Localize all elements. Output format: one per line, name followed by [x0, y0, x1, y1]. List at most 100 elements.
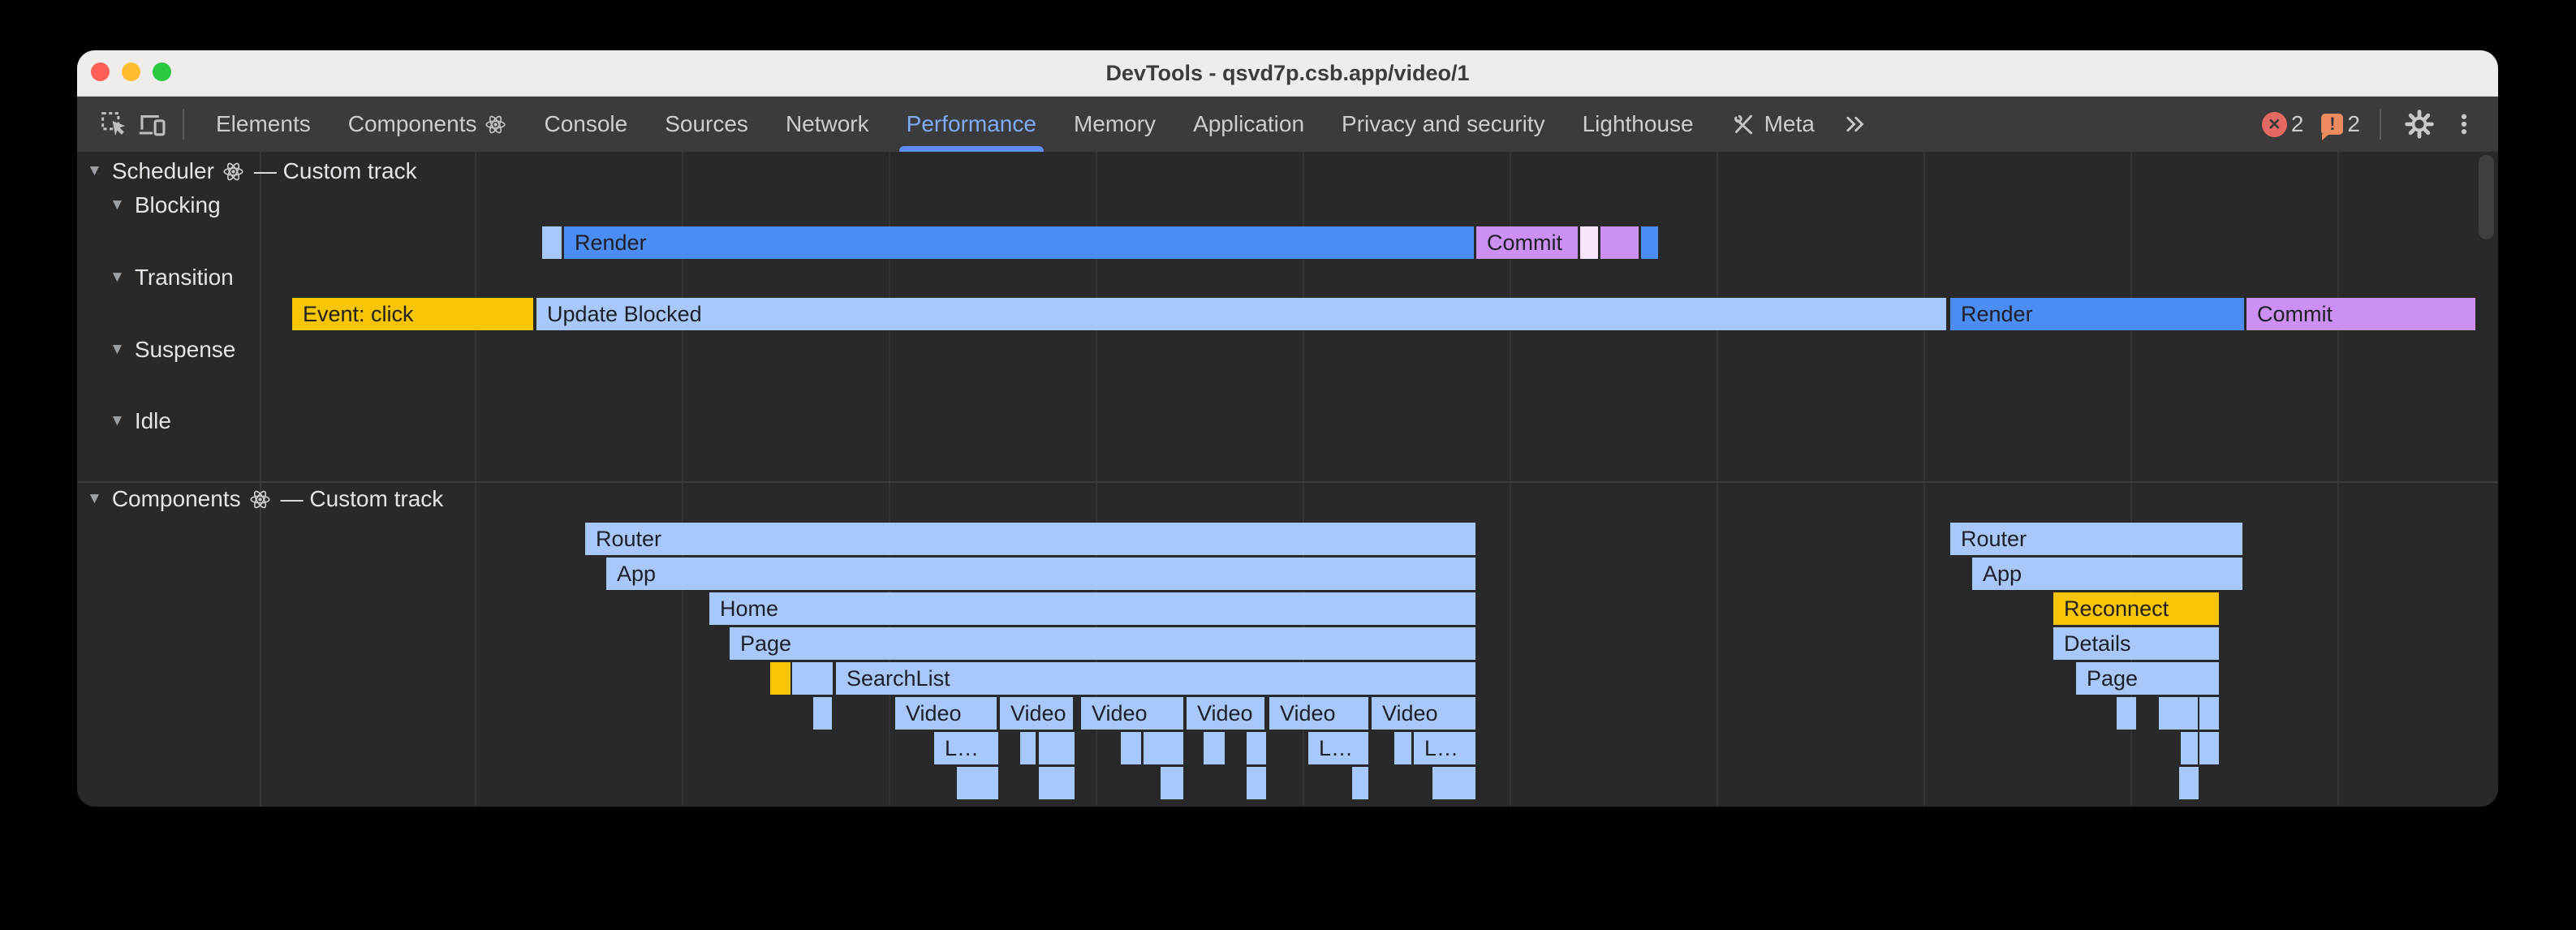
warning-badge[interactable]: ! 2 [2315, 111, 2360, 137]
devtools-window: DevTools - qsvd7p.csb.app/video/1 Elemen… [77, 50, 2498, 807]
tab-privacy-and-security[interactable]: Privacy and security [1323, 97, 1564, 152]
flame-bar-segment[interactable] [957, 767, 998, 799]
flame-bar-segment[interactable] [770, 662, 790, 695]
flame-bar-segment[interactable] [813, 697, 832, 730]
flame-bar-segment[interactable] [2159, 697, 2198, 730]
flame-bar-segment[interactable] [2199, 732, 2219, 764]
flame-bar-segment[interactable] [792, 662, 833, 695]
flame-bar-page[interactable]: Page [2076, 662, 2219, 695]
tab-label: Console [544, 111, 627, 137]
track-label-blocking[interactable]: ▼Blocking [110, 191, 221, 220]
inspect-element-icon[interactable] [95, 103, 132, 145]
flame-bar-segment[interactable] [1580, 226, 1598, 259]
flame-bar-segment[interactable] [1247, 732, 1266, 764]
track-label-scheduler[interactable]: ▼Scheduler— Custom track [87, 157, 417, 186]
device-toolbar-icon[interactable] [132, 103, 170, 145]
react-atom-icon [249, 489, 271, 510]
track-label-text: Blocking [135, 192, 221, 218]
track-label-text: Idle [135, 408, 171, 434]
track-label-idle[interactable]: ▼Idle [110, 407, 171, 436]
flame-bar-home[interactable]: Home [709, 592, 1475, 625]
window-title: DevTools - qsvd7p.csb.app/video/1 [77, 50, 2498, 96]
flame-bar-segment[interactable] [1394, 732, 1411, 764]
flame-bar-segment[interactable] [542, 226, 562, 259]
flame-bar-details[interactable]: Details [2053, 627, 2219, 660]
performance-flame-chart[interactable]: ▼Scheduler— Custom track ▼Blocking ▼ Transi… [77, 152, 2498, 807]
tab-lighthouse[interactable]: Lighthouse [1564, 97, 1712, 152]
flame-bar-update-blocked[interactable]: Update Blocked [536, 298, 1946, 330]
flame-bar-commit[interactable]: Commit [2246, 298, 2475, 330]
flame-bar-segment[interactable] [2181, 732, 2198, 764]
tab-elements[interactable]: Elements [197, 97, 330, 152]
toolbar-divider [2380, 109, 2381, 140]
flame-bar-segment[interactable] [2117, 697, 2136, 730]
tab-meta[interactable]: Meta [1712, 97, 1833, 152]
flame-bar-app[interactable]: App [606, 558, 1475, 590]
track-label-suspense[interactable]: ▼Suspense [110, 335, 235, 364]
flame-bar-video[interactable]: Video [1269, 697, 1368, 730]
more-tabs-button[interactable] [1837, 103, 1874, 145]
flame-bar-reconnect[interactable]: Reconnect [2053, 592, 2219, 625]
flame-bar-segment[interactable] [2179, 767, 2199, 799]
timeline-gridline [1717, 152, 1718, 807]
flame-bar-page[interactable]: Page [730, 627, 1475, 660]
flame-bar-segment[interactable] [1641, 226, 1658, 259]
tab-components[interactable]: Components [330, 97, 526, 152]
flame-bar-segment[interactable] [1600, 226, 1639, 259]
three-dot-menu-icon[interactable] [2449, 103, 2479, 145]
flame-bar-segment[interactable] [1020, 732, 1036, 764]
flame-bar-event-click[interactable]: Event: click [292, 298, 533, 330]
tab-performance[interactable]: Performance [888, 97, 1055, 152]
track-label-text: Transition [135, 265, 234, 291]
tab-application[interactable]: Application [1174, 97, 1323, 152]
tab-label: Performance [907, 111, 1036, 137]
tab-sources[interactable]: Sources [646, 97, 767, 152]
flame-bar-segment[interactable] [1247, 767, 1266, 799]
flame-bar-segment[interactable] [1039, 767, 1075, 799]
flame-bar-video[interactable]: Video [1187, 697, 1264, 730]
error-badge[interactable]: × 2 [2262, 111, 2304, 137]
track-label-transition[interactable]: ▼ Transition [110, 263, 234, 292]
gear-icon[interactable] [2401, 103, 2438, 145]
flame-bar-segment[interactable] [2199, 697, 2219, 730]
flame-bar-segment[interactable] [1039, 732, 1075, 764]
error-icon: × [2262, 112, 2287, 137]
flame-bar-video[interactable]: Video [895, 697, 997, 730]
flame-bar-segment[interactable] [1144, 732, 1183, 764]
tab-console[interactable]: Console [525, 97, 646, 152]
tab-network[interactable]: Network [767, 97, 888, 152]
flame-bar-render[interactable]: Render [564, 226, 1474, 259]
tab-label: Components [348, 111, 477, 137]
flame-bar-render[interactable]: Render [1950, 298, 2244, 330]
tab-label: Elements [216, 111, 311, 137]
flame-bar-video[interactable]: Video [1372, 697, 1475, 730]
collapse-triangle-icon: ▼ [110, 269, 125, 286]
flame-bar-l[interactable]: L… [1308, 732, 1368, 764]
flame-bar-segment[interactable] [1432, 767, 1475, 799]
flame-bar-commit[interactable]: Commit [1476, 226, 1578, 259]
timeline-gridline [1923, 152, 1925, 807]
flame-bar-segment[interactable] [1204, 732, 1225, 764]
flame-bar-router[interactable]: Router [585, 523, 1475, 555]
flame-bar-l[interactable]: L… [934, 732, 998, 764]
timeline-gridline [475, 152, 476, 807]
tab-memory[interactable]: Memory [1055, 97, 1174, 152]
desktop: { "window": { "title": "DevTools - qsvd7… [0, 0, 2576, 930]
tab-label: Privacy and security [1342, 111, 1545, 137]
devtools-toolbar: Elements Components Console Sources Network P… [77, 97, 2498, 152]
flame-bar-segment[interactable] [1352, 767, 1368, 799]
flame-bar-segment[interactable] [1161, 767, 1183, 799]
flame-bar-video[interactable]: Video [1000, 697, 1073, 730]
flame-bar-l[interactable]: L… [1414, 732, 1475, 764]
flame-bar-router[interactable]: Router [1950, 523, 2242, 555]
tab-label: Sources [665, 111, 748, 137]
flame-bar-video[interactable]: Video [1081, 697, 1183, 730]
track-label-text: Scheduler [112, 158, 214, 184]
flame-bar-app[interactable]: App [1972, 558, 2242, 590]
title-bar[interactable]: DevTools - qsvd7p.csb.app/video/1 [77, 50, 2498, 97]
flame-bar-segment[interactable] [1121, 732, 1141, 764]
track-label-components[interactable]: ▼Components— Custom track [87, 484, 443, 514]
vertical-scrollbar[interactable] [2479, 155, 2494, 239]
track-label-text: Components [112, 486, 241, 512]
flame-bar-searchlist[interactable]: SearchList [836, 662, 1475, 695]
